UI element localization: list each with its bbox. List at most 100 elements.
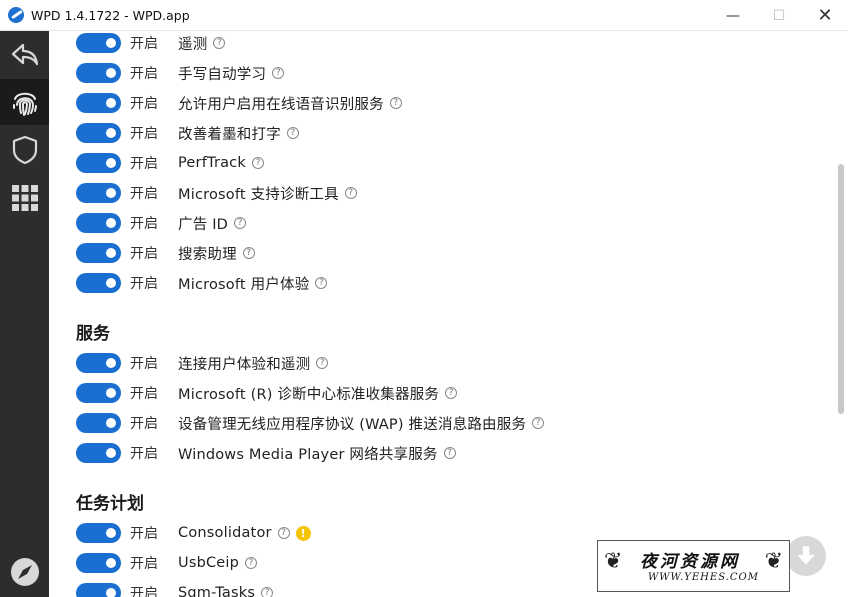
toggle-switch[interactable] bbox=[76, 443, 121, 463]
setting-row: 开启 UsbCeip ? bbox=[76, 548, 258, 578]
ornament-left-icon: ❦ bbox=[604, 549, 623, 574]
watermark-text: 夜河资源网 bbox=[640, 552, 740, 572]
watermark-url: WWW.YEHES.COM bbox=[648, 572, 759, 583]
toggle-switch[interactable] bbox=[76, 153, 121, 173]
sidebar-item-about[interactable] bbox=[0, 552, 49, 592]
help-icon[interactable]: ? bbox=[286, 127, 299, 139]
maximize-button[interactable]: ☐ bbox=[756, 0, 802, 31]
help-icon[interactable]: ? bbox=[242, 247, 255, 259]
help-icon[interactable]: ? bbox=[315, 277, 328, 289]
help-icon[interactable]: ? bbox=[445, 387, 458, 399]
help-icon[interactable]: ? bbox=[532, 417, 545, 429]
toggle-switch[interactable] bbox=[76, 63, 121, 83]
toggle-state-label: 开启 bbox=[130, 386, 158, 402]
help-icon[interactable]: ? bbox=[389, 97, 402, 109]
setting-row: 开启 手写自动学习 ? bbox=[76, 58, 285, 88]
setting-label: Microsoft (R) 诊断中心标准收集器服务 bbox=[178, 386, 440, 403]
title-bar: WPD 1.4.1722 - WPD.app — ☐ ✕ bbox=[0, 0, 848, 31]
warning-icon[interactable]: ! bbox=[295, 525, 311, 541]
setting-row: 开启 Sqm-Tasks ? bbox=[76, 578, 274, 597]
toggle-switch[interactable] bbox=[76, 583, 121, 597]
help-icon[interactable]: ? bbox=[272, 67, 285, 79]
setting-row: 开启 Microsoft (R) 诊断中心标准收集器服务 ? bbox=[76, 378, 458, 408]
sidebar bbox=[0, 31, 49, 597]
setting-label: 遥测 bbox=[178, 36, 208, 53]
toggle-switch[interactable] bbox=[76, 123, 121, 143]
toggle-state-label: 开启 bbox=[130, 66, 158, 82]
setting-label: PerfTrack bbox=[178, 155, 246, 171]
setting-row: 开启 Microsoft 用户体验 ? bbox=[76, 268, 328, 298]
grid-icon bbox=[11, 185, 38, 211]
scrollbar-thumb[interactable] bbox=[838, 164, 844, 414]
compass-icon bbox=[10, 558, 39, 586]
sidebar-item-back[interactable] bbox=[0, 31, 49, 77]
setting-row: 开启 PerfTrack ? bbox=[76, 148, 264, 178]
setting-row: 开启 遥测 ? bbox=[76, 31, 226, 58]
download-button[interactable] bbox=[786, 536, 826, 576]
sidebar-item-apps[interactable] bbox=[0, 175, 49, 221]
setting-row: 开启 搜索助理 ? bbox=[76, 238, 255, 268]
setting-row: 开启 允许用户启用在线语音识别服务 ? bbox=[76, 88, 402, 118]
toggle-state-label: 开启 bbox=[130, 526, 158, 542]
setting-row: 开启 Windows Media Player 网络共享服务 ? bbox=[76, 438, 456, 468]
toggle-state-label: 开启 bbox=[130, 126, 158, 142]
setting-label: Windows Media Player 网络共享服务 bbox=[178, 446, 438, 463]
setting-label: 允许用户启用在线语音识别服务 bbox=[178, 96, 384, 113]
toggle-state-label: 开启 bbox=[130, 186, 158, 202]
shield-icon bbox=[12, 135, 37, 165]
close-button[interactable]: ✕ bbox=[802, 0, 848, 31]
section-title-tasks: 任务计划 bbox=[76, 494, 144, 514]
help-icon[interactable]: ? bbox=[344, 187, 357, 199]
help-icon[interactable]: ? bbox=[316, 357, 329, 369]
setting-label: UsbCeip bbox=[178, 555, 240, 571]
setting-row: 开启 设备管理无线应用程序协议 (WAP) 推送消息路由服务 ? bbox=[76, 408, 545, 438]
setting-label: 连接用户体验和遥测 bbox=[178, 356, 311, 373]
setting-row: 开启 改善着墨和打字 ? bbox=[76, 118, 299, 148]
toggle-state-label: 开启 bbox=[130, 356, 158, 372]
setting-label: 手写自动学习 bbox=[178, 66, 267, 83]
toggle-switch[interactable] bbox=[76, 273, 121, 293]
sidebar-item-privacy[interactable] bbox=[0, 79, 49, 125]
ornament-right-icon: ❦ bbox=[764, 549, 783, 574]
toggle-switch[interactable] bbox=[76, 183, 121, 203]
toggle-switch[interactable] bbox=[76, 553, 121, 573]
back-arrow-icon bbox=[11, 43, 38, 66]
watermark: ❦ 夜河资源网 WWW.YEHES.COM ❦ bbox=[597, 540, 790, 592]
toggle-switch[interactable] bbox=[76, 33, 121, 53]
toggle-state-label: 开启 bbox=[130, 96, 158, 112]
help-icon[interactable]: ? bbox=[234, 217, 247, 229]
help-icon[interactable]: ? bbox=[443, 447, 456, 459]
setting-row: 开启 Consolidator ? ! bbox=[76, 518, 311, 548]
toggle-state-label: 开启 bbox=[130, 246, 158, 262]
vertical-scrollbar[interactable] bbox=[835, 31, 848, 597]
toggle-switch[interactable] bbox=[76, 353, 121, 373]
toggle-switch[interactable] bbox=[76, 243, 121, 263]
toggle-switch[interactable] bbox=[76, 413, 121, 433]
help-icon[interactable]: ? bbox=[251, 157, 264, 169]
toggle-switch[interactable] bbox=[76, 523, 121, 543]
help-icon[interactable]: ? bbox=[245, 557, 258, 569]
help-icon[interactable]: ? bbox=[213, 37, 226, 49]
setting-label: Microsoft 支持诊断工具 bbox=[178, 186, 339, 203]
toggle-state-label: 开启 bbox=[130, 586, 158, 597]
sidebar-item-firewall[interactable] bbox=[0, 127, 49, 173]
toggle-state-label: 开启 bbox=[130, 156, 158, 172]
minimize-button[interactable]: — bbox=[710, 0, 756, 31]
toggle-switch[interactable] bbox=[76, 93, 121, 113]
setting-row: 开启 Microsoft 支持诊断工具 ? bbox=[76, 178, 357, 208]
toggle-state-label: 开启 bbox=[130, 446, 158, 462]
setting-label: 搜索助理 bbox=[178, 246, 237, 263]
section-title-services: 服务 bbox=[76, 324, 110, 344]
toggle-state-label: 开启 bbox=[130, 216, 158, 232]
fingerprint-icon bbox=[12, 92, 37, 116]
setting-label: 广告 ID bbox=[178, 216, 229, 233]
setting-row: 开启 广告 ID ? bbox=[76, 208, 247, 238]
toggle-switch[interactable] bbox=[76, 213, 121, 233]
toggle-switch[interactable] bbox=[76, 383, 121, 403]
setting-label: 设备管理无线应用程序协议 (WAP) 推送消息路由服务 bbox=[178, 416, 527, 433]
setting-label: Consolidator bbox=[178, 525, 272, 541]
setting-label: 改善着墨和打字 bbox=[178, 126, 281, 143]
help-icon[interactable]: ? bbox=[277, 527, 290, 539]
settings-list: 开启 遥测 ? 开启 手写自动学习 ? 开启 允许用户启用在线语音识别服务 ? … bbox=[49, 31, 835, 597]
help-icon[interactable]: ? bbox=[261, 587, 274, 597]
